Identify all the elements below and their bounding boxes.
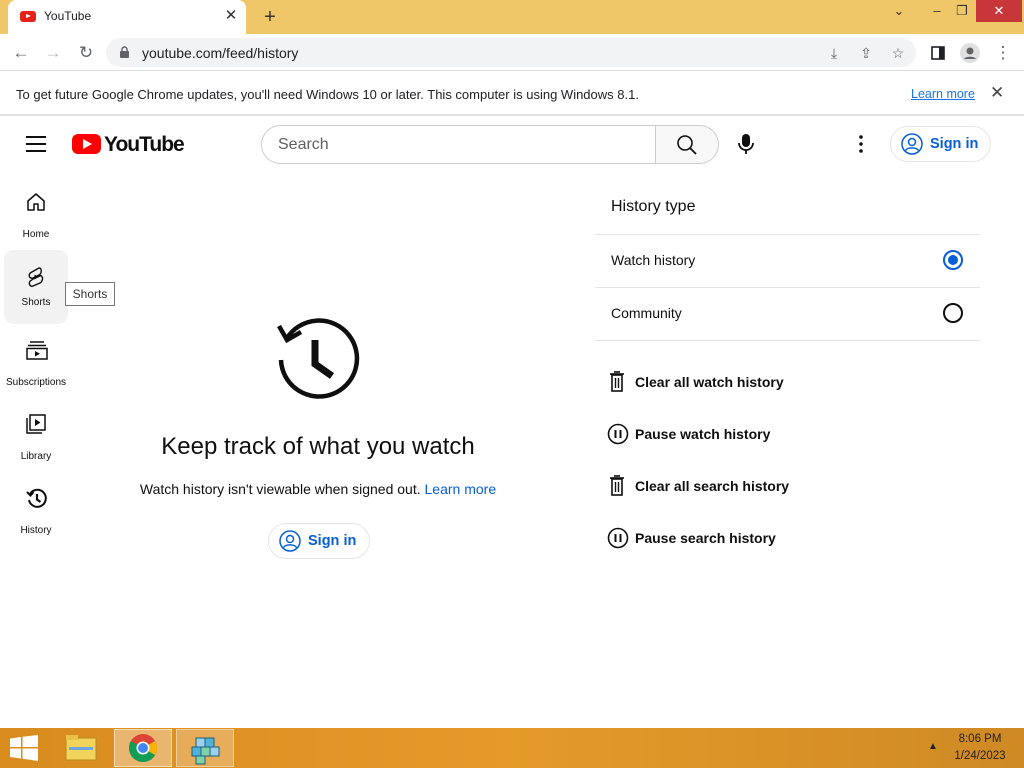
page-subtitle: Watch history isn't viewable when signed…: [118, 481, 518, 497]
update-infobar: To get future Google Chrome updates, you…: [0, 72, 1024, 116]
subscriptions-icon: [26, 341, 48, 360]
taskbar-app[interactable]: [176, 729, 234, 767]
profile-avatar-icon[interactable]: [957, 40, 983, 66]
lock-icon: [120, 46, 129, 58]
sidebar-item-label: History: [20, 525, 52, 536]
windows-taskbar: ▲ 8:06 PM 1/24/2023: [0, 728, 1024, 768]
sign-in-label: Sign in: [308, 533, 357, 549]
tab-close-icon[interactable]: ✕: [222, 7, 240, 25]
window-close-button[interactable]: ✕: [976, 0, 1022, 22]
action-label: Pause watch history: [635, 426, 771, 442]
microphone-icon[interactable]: [735, 133, 757, 155]
share-icon[interactable]: ⇪: [856, 43, 876, 63]
search-icon: [677, 135, 697, 155]
trash-icon: [610, 475, 624, 496]
search-input[interactable]: [278, 134, 638, 156]
tab-title: YouTube: [44, 9, 92, 23]
taskbar-chrome[interactable]: [114, 729, 172, 767]
restore-button[interactable]: ❐: [951, 0, 973, 22]
pause-search-history-button[interactable]: Pause search history: [605, 524, 905, 552]
sidebar-item-history[interactable]: History: [4, 478, 68, 550]
infobar-message: To get future Google Chrome updates, you…: [16, 87, 639, 102]
history-large-icon: [277, 318, 360, 399]
install-app-icon[interactable]: ⤓: [824, 43, 844, 63]
history-icon: [26, 488, 47, 508]
address-bar[interactable]: youtube.com/feed/history ⤓ ⇪ ☆: [106, 38, 916, 67]
divider: [595, 340, 980, 341]
action-label: Clear all search history: [635, 478, 790, 494]
sidebar-item-label: Subscriptions: [5, 377, 67, 388]
pause-watch-history-button[interactable]: Pause watch history: [605, 420, 905, 448]
radio-selected[interactable]: [943, 250, 963, 270]
search-button[interactable]: [655, 125, 719, 164]
infobar-learn-more-link[interactable]: Learn more: [911, 87, 975, 101]
sidebar-item-shorts[interactable]: Shorts: [4, 250, 68, 324]
url-text: youtube.com/feed/history: [142, 45, 299, 61]
subtitle-learn-more-link[interactable]: Learn more: [425, 481, 497, 497]
browser-tab-youtube[interactable]: YouTube ✕: [8, 0, 246, 34]
clock-time[interactable]: 8:06 PM: [948, 733, 1012, 745]
shorts-icon: [28, 267, 44, 287]
trash-icon: [610, 371, 624, 392]
sidebar-item-label: Library: [20, 451, 52, 462]
sidebar-item-library[interactable]: Library: [4, 404, 68, 476]
bookmark-star-icon[interactable]: ☆: [888, 43, 908, 63]
logo-text: YouTube: [104, 133, 185, 156]
minimize-button[interactable]: –: [926, 0, 948, 22]
chrome-icon: [129, 734, 157, 762]
history-type-heading: History type: [611, 198, 696, 215]
clock-date[interactable]: 1/24/2023: [948, 750, 1012, 762]
page-title: Keep track of what you watch: [161, 433, 475, 460]
action-label: Clear all watch history: [635, 374, 784, 390]
youtube-header: YouTube Sign in: [0, 118, 1024, 172]
youtube-play-icon: [72, 134, 101, 154]
tray-overflow-icon[interactable]: ▲: [928, 741, 938, 752]
sidebar-item-label: Shorts: [21, 297, 51, 308]
chrome-menu-icon[interactable]: ⋮: [990, 40, 1016, 66]
search-box: [261, 125, 656, 164]
sidebar-item-home[interactable]: Home: [4, 182, 68, 254]
option-label: Watch history: [611, 252, 696, 268]
infobar-close-icon[interactable]: ✕: [990, 83, 1004, 103]
hamburger-menu-icon[interactable]: [26, 136, 46, 152]
radio-unselected[interactable]: [943, 303, 963, 323]
action-label: Pause search history: [635, 530, 776, 546]
side-panel-icon[interactable]: [925, 40, 951, 66]
option-label: Community: [611, 305, 682, 321]
taskbar-file-explorer[interactable]: [52, 729, 110, 767]
back-arrow-icon[interactable]: ←: [8, 40, 34, 66]
clear-watch-history-button[interactable]: Clear all watch history: [605, 368, 905, 396]
reload-icon[interactable]: ↻: [73, 40, 99, 66]
browser-toolbar: ← → ↻ youtube.com/feed/history ⤓ ⇪ ☆ ⋮: [0, 34, 1024, 71]
sign-in-label: Sign in: [930, 136, 979, 152]
subtitle-text: Watch history isn't viewable when signed…: [139, 481, 421, 497]
header-sign-in-button[interactable]: Sign in: [890, 126, 991, 162]
youtube-favicon-icon: [20, 11, 36, 22]
windows-start-icon[interactable]: [10, 735, 38, 761]
library-icon: [26, 414, 46, 434]
sidebar-item-subscriptions[interactable]: Subscriptions: [4, 330, 68, 402]
browser-titlebar: YouTube ✕ + ⌄ – ❐ ✕: [0, 0, 1024, 34]
new-tab-button[interactable]: +: [258, 5, 282, 29]
main-sign-in-button[interactable]: Sign in: [268, 523, 370, 559]
tab-search-chevron-icon[interactable]: ⌄: [888, 0, 910, 22]
pause-icon: [607, 527, 629, 549]
forward-arrow-icon[interactable]: →: [40, 40, 66, 66]
home-icon: [27, 193, 45, 211]
folder-icon: [65, 735, 97, 761]
settings-kebab-icon[interactable]: [851, 134, 871, 154]
sidebar-item-label: Home: [22, 229, 50, 240]
shorts-tooltip: Shorts: [65, 282, 115, 306]
clear-search-history-button[interactable]: Clear all search history: [605, 472, 905, 500]
option-watch-history[interactable]: Watch history: [595, 235, 980, 287]
account-circle-icon: [901, 133, 923, 155]
option-community[interactable]: Community: [595, 288, 980, 340]
account-circle-icon: [279, 530, 301, 552]
pause-icon: [607, 423, 629, 445]
app-cubes-icon: [191, 737, 220, 765]
